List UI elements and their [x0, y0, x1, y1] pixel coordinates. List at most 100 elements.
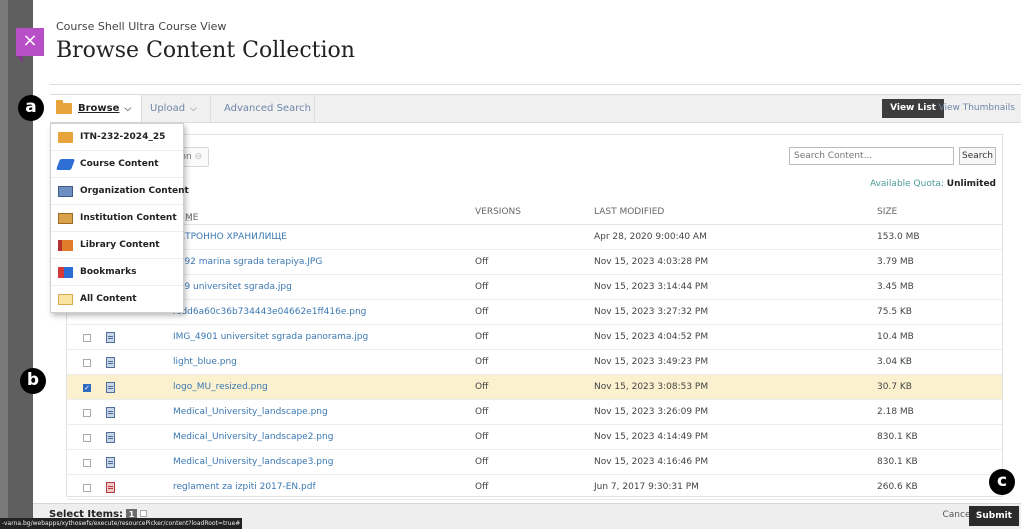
advanced-search-link[interactable]: Advanced Search [224, 95, 311, 122]
table-row: 7992 marina sgrada terapiya.JPG Off Nov … [67, 250, 1002, 275]
versions-cell: Off [475, 257, 489, 267]
row-checkbox[interactable] [83, 459, 91, 467]
page-header: Course Shell Ultra Course View Browse Co… [56, 20, 355, 63]
search-button[interactable]: Search [959, 147, 996, 165]
versions-column-header[interactable]: VERSIONS [475, 207, 521, 217]
table-row: IMG_4901 universitet sgrada panorama.jpg… [67, 325, 1002, 350]
file-link[interactable]: ЕКТРОННО ХРАНИЛИЩЕ [173, 232, 287, 242]
upload-button[interactable]: Upload ⌵ [150, 95, 214, 122]
annotation-marker-a: a [18, 95, 44, 121]
view-thumbnails-link[interactable]: View Thumbnails [938, 99, 1015, 118]
menu-item-organization-content[interactable]: Organization Content [51, 178, 189, 205]
file-link[interactable]: 759 universitet sgrada.jpg [173, 282, 292, 292]
last-modified-cell: Nov 15, 2023 4:04:52 PM [594, 332, 709, 342]
submit-button[interactable]: Submit [968, 506, 1019, 526]
chevron-down-icon: ⌵ [124, 104, 132, 114]
menu-item-label: Bookmarks [80, 267, 137, 277]
menu-item-library-content[interactable]: Library Content [51, 232, 183, 259]
menu-item-all-content[interactable]: All Content [51, 286, 183, 313]
last-modified-cell: Nov 15, 2023 3:26:09 PM [594, 407, 709, 417]
last-modified-cell: Nov 15, 2023 4:16:46 PM [594, 457, 709, 467]
institution-content-icon [58, 213, 73, 224]
menu-item-label: Organization Content [80, 186, 189, 196]
row-checkbox[interactable] [83, 409, 91, 417]
file-link[interactable]: IMG_4901 universitet sgrada panorama.jpg [173, 332, 368, 342]
left-strip-inner [8, 0, 33, 529]
browse-dropdown-menu: ITN-232-2024_25 Course Content Organizat… [50, 123, 189, 313]
size-cell: 2.18 MB [877, 407, 914, 417]
breadcrumb[interactable]: Course Shell Ultra Course View [56, 20, 355, 33]
menu-item-label: ITN-232-2024_25 [80, 132, 166, 142]
last-modified-cell: Jun 7, 2017 9:30:31 PM [594, 482, 699, 492]
file-link[interactable]: Medical_University_landscape3.png [173, 457, 333, 467]
versions-cell: Off [475, 407, 489, 417]
size-cell: 830.1 KB [877, 432, 918, 442]
versions-cell: Off [475, 282, 489, 292]
file-link[interactable]: reglament za izpiti 2017-EN.pdf [173, 482, 316, 492]
image-file-icon [106, 457, 115, 468]
quota-label: Available Quota: [869, 179, 944, 189]
row-checkbox[interactable] [83, 434, 91, 442]
chevron-down-icon: ⌵ [190, 104, 197, 114]
size-cell: 3.79 MB [877, 257, 914, 267]
row-checkbox[interactable] [83, 484, 91, 492]
page-title: Browse Content Collection [56, 38, 355, 63]
versions-cell: Off [475, 382, 489, 392]
organization-content-icon [58, 186, 73, 197]
tab-icon: ⊖ [194, 152, 203, 162]
row-checkbox-checked[interactable]: ✓ [83, 384, 91, 392]
menu-item-course-folder[interactable]: ITN-232-2024_25 [51, 124, 183, 151]
folder-icon [58, 132, 73, 143]
image-file-icon [106, 332, 115, 343]
all-content-icon [58, 294, 73, 305]
last-modified-cell: Nov 15, 2023 4:03:28 PM [594, 257, 709, 267]
menu-item-label: All Content [80, 294, 137, 304]
size-cell: 75.5 KB [877, 307, 912, 317]
menu-item-label: Course Content [80, 159, 159, 169]
row-checkbox[interactable] [83, 334, 91, 342]
last-modified-cell: Nov 15, 2023 3:08:53 PM [594, 382, 709, 392]
file-link[interactable]: 7992 marina sgrada terapiya.JPG [173, 257, 322, 267]
view-list-button[interactable]: View List [882, 99, 944, 118]
table-header: ME △ VERSIONS LAST MODIFIED SIZE [67, 201, 1002, 225]
image-file-icon [106, 407, 115, 418]
select-toggle-checkbox[interactable] [140, 510, 148, 517]
menu-item-institution-content[interactable]: Institution Content [51, 205, 183, 232]
size-cell: 3.04 KB [877, 357, 912, 367]
versions-cell: Off [475, 457, 489, 467]
browse-label: Browse [78, 103, 120, 114]
versions-cell: Off [475, 307, 489, 317]
menu-item-course-content[interactable]: Course Content [51, 151, 183, 178]
table-row: Medical_University_landscape2.png Off No… [67, 425, 1002, 450]
close-icon[interactable]: × [16, 28, 44, 56]
table-row: Medical_University_landscape.png Off Nov… [67, 400, 1002, 425]
status-url-bar: -varna.bg/webapps/xythoswfs/execute/reso… [0, 518, 243, 529]
folder-icon [56, 99, 72, 114]
file-link[interactable]: rcdd6a60c36b734443e04662e1ff416e.png [173, 307, 366, 317]
menu-item-bookmarks[interactable]: Bookmarks [51, 259, 183, 286]
search-input[interactable] [789, 147, 954, 165]
header-divider [50, 84, 1021, 85]
file-link[interactable]: light_blue.png [173, 357, 237, 367]
size-cell: 830.1 KB [877, 457, 918, 467]
annotation-marker-b: b [20, 368, 46, 394]
last-modified-cell: Nov 15, 2023 3:27:32 PM [594, 307, 709, 317]
content-panel: ition ⊖ Search Available Quota: Unlimite… [66, 134, 1003, 500]
available-quota: Available Quota: Unlimited [870, 179, 996, 189]
upload-label: Upload [150, 103, 186, 114]
row-checkbox[interactable] [83, 359, 91, 367]
size-column-header[interactable]: SIZE [877, 207, 897, 217]
file-link[interactable]: Medical_University_landscape2.png [173, 432, 333, 442]
menu-item-label: Institution Content [80, 213, 177, 223]
table-row: reglament za izpiti 2017-EN.pdf Off Jun … [67, 475, 1002, 500]
browse-button[interactable]: Browse ⌵ [50, 95, 142, 122]
size-cell: 30.7 KB [877, 382, 912, 392]
image-file-icon [106, 357, 115, 368]
last-modified-column-header[interactable]: LAST MODIFIED [594, 207, 664, 217]
close-tab-notch [16, 56, 23, 63]
file-link[interactable]: Medical_University_landscape.png [173, 407, 328, 417]
versions-cell: Off [475, 332, 489, 342]
file-link[interactable]: logo_MU_resized.png [173, 382, 268, 392]
image-file-icon [106, 432, 115, 443]
menu-item-label: Library Content [80, 240, 160, 250]
